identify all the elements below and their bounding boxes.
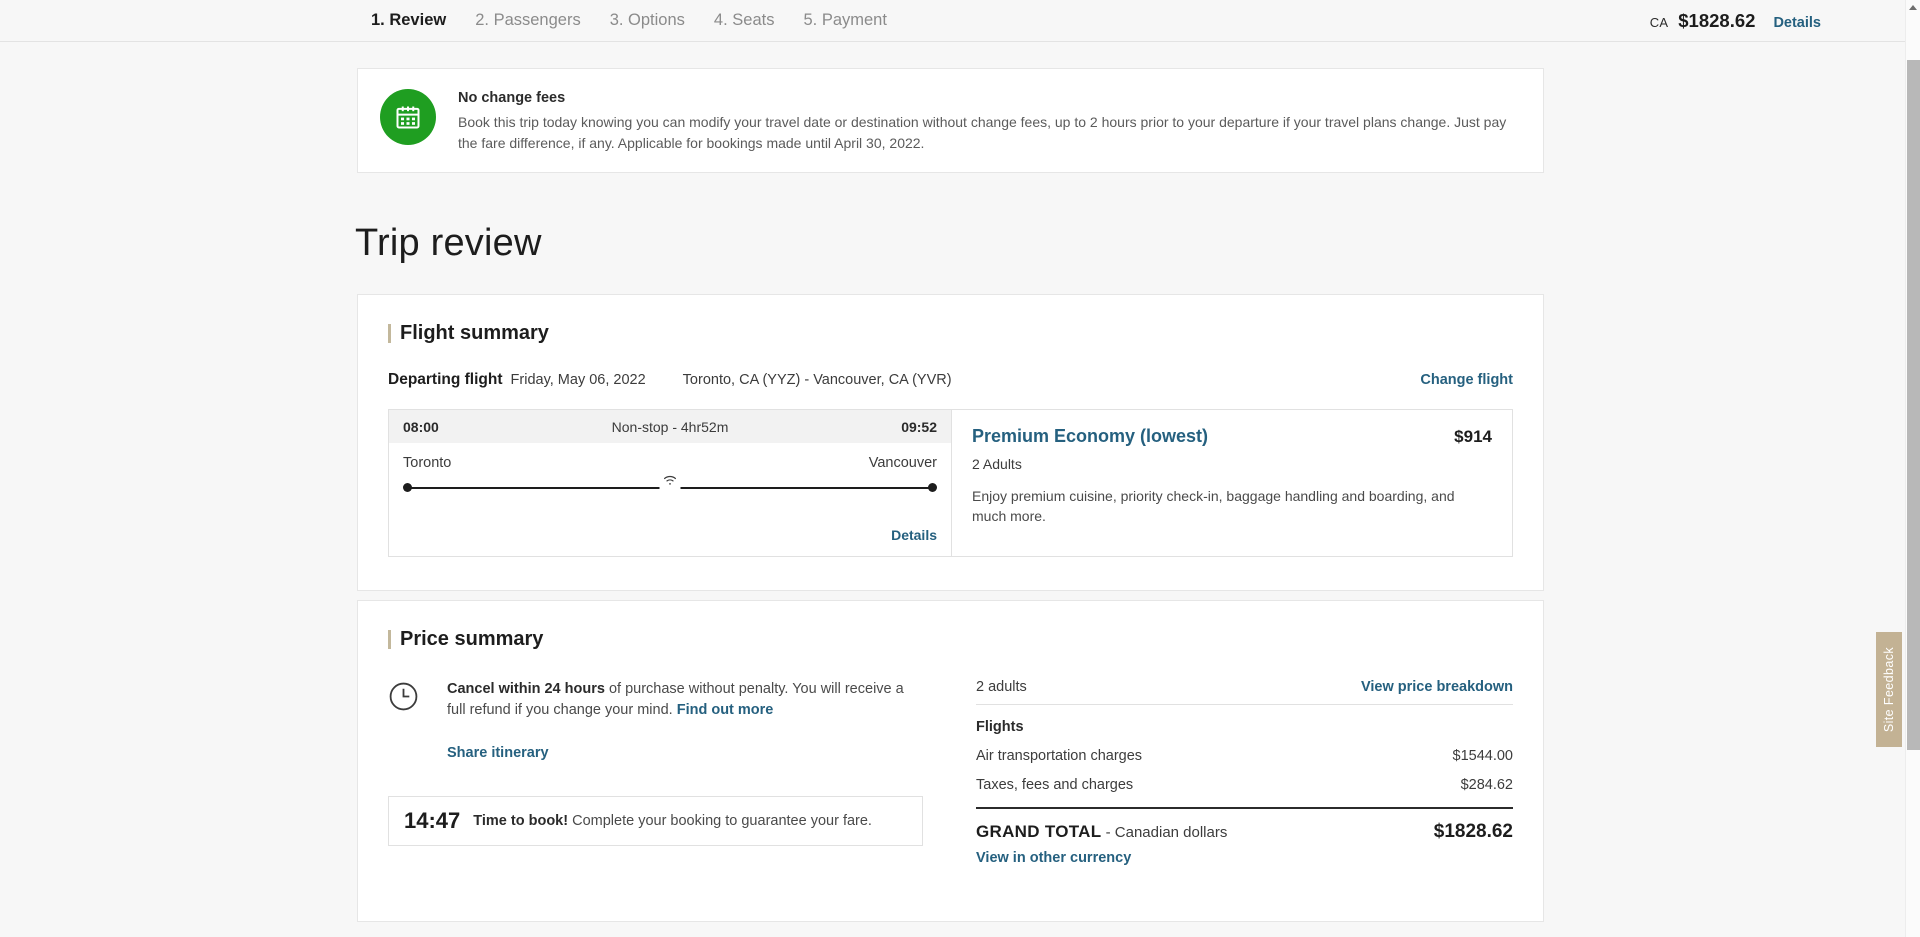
flight-summary-heading: Flight summary — [388, 322, 1513, 345]
change-flight-link[interactable]: Change flight — [1420, 372, 1513, 388]
view-price-breakdown-link[interactable]: View price breakdown — [1361, 679, 1513, 695]
origin-dot-icon — [403, 483, 412, 492]
price-line-value: $1544.00 — [1452, 748, 1513, 764]
checkout-stepper-bar: 1. Review 2. Passengers 3. Options 4. Se… — [0, 0, 1905, 42]
step-payment[interactable]: 5. Payment — [803, 11, 886, 30]
countdown-timer: 14:47 — [404, 808, 461, 834]
destination-dot-icon — [928, 483, 937, 492]
flight-summary-title: Flight summary — [400, 322, 549, 344]
no-change-fees-banner: No change fees Book this trip today know… — [357, 68, 1544, 173]
price-line-label: Taxes, fees and charges — [976, 777, 1134, 793]
route-line — [403, 474, 937, 495]
accent-bar-icon — [388, 324, 391, 343]
find-out-more-link[interactable]: Find out more — [677, 702, 774, 718]
share-itinerary-link[interactable]: Share itinerary — [447, 745, 549, 761]
grand-total-value: $1828.62 — [1433, 821, 1513, 842]
fare-panel: Premium Economy (lowest) $914 2 Adults E… — [952, 410, 1512, 556]
stepper-steps: 1. Review 2. Passengers 3. Options 4. Se… — [371, 11, 887, 30]
grand-total-row: GRAND TOTAL - Canadian dollars $1828.62 — [976, 821, 1513, 843]
step-options[interactable]: 3. Options — [610, 11, 685, 30]
price-adults-row: 2 adults View price breakdown — [976, 679, 1513, 705]
step-review[interactable]: 1. Review — [371, 11, 446, 30]
itinerary-box: 08:00 Non-stop - 4hr52m 09:52 Toronto Va… — [388, 409, 1513, 557]
price-total-divider — [976, 807, 1513, 809]
itinerary-route-graphic: Toronto Vancouver — [389, 443, 951, 527]
flight-summary-card: Flight summary Departing flight Friday, … — [357, 294, 1544, 591]
site-feedback-tab[interactable]: Site Feedback — [1876, 632, 1902, 747]
time-to-book-rest: Complete your booking to guarantee your … — [568, 813, 872, 830]
wifi-icon — [659, 474, 681, 490]
fare-price: $914 — [1454, 427, 1492, 446]
price-group-label: Flights — [976, 719, 1024, 735]
grand-total-label: GRAND TOTAL — [976, 822, 1102, 841]
page-title: Trip review — [355, 222, 542, 264]
clock-icon — [388, 681, 422, 717]
arrive-time: 09:52 — [901, 418, 937, 435]
banner-body: Book this trip today knowing you can mod… — [458, 114, 1507, 151]
currency-code: CA — [1649, 14, 1669, 30]
price-line-value: $284.62 — [1460, 777, 1513, 793]
price-summary-right: 2 adults View price breakdown Flights Ai… — [976, 679, 1513, 867]
fare-description: Enjoy premium cuisine, priority check-in… — [972, 488, 1455, 525]
stepper-price-area: CA $1828.62 Details — [1650, 10, 1821, 32]
scrollbar-thumb[interactable] — [1907, 60, 1920, 750]
departing-flight-date: Friday, May 06, 2022 — [510, 372, 646, 388]
city-row: Toronto Vancouver — [403, 455, 937, 471]
accent-bar-icon — [388, 630, 391, 649]
calendar-icon — [380, 89, 436, 145]
fare-passengers: 2 Adults — [972, 456, 1022, 472]
stops-duration: Non-stop - 4hr52m — [611, 418, 729, 435]
banner-title: No change fees — [458, 90, 566, 106]
departing-flight-meta: Departing flight Friday, May 06, 2022 To… — [388, 371, 1513, 389]
price-summary-title: Price summary — [400, 628, 544, 650]
step-seats[interactable]: 4. Seats — [714, 11, 775, 30]
time-to-book-message: Time to book! Complete your booking to g… — [473, 813, 872, 829]
price-line-item: Air transportation charges $1544.00 — [976, 748, 1513, 764]
cancellation-policy-row: Cancel within 24 hours of purchase witho… — [388, 679, 951, 721]
time-to-book-bold: Time to book! — [473, 813, 569, 830]
time-to-book-box: 14:47 Time to book! Complete your bookin… — [388, 796, 923, 847]
view-other-currency-link[interactable]: View in other currency — [976, 850, 1131, 866]
site-feedback-label: Site Feedback — [1882, 646, 1896, 733]
grand-total-currency: - Canadian dollars — [1101, 824, 1228, 841]
price-line-item: Taxes, fees and charges $284.62 — [976, 777, 1513, 793]
depart-time: 08:00 — [403, 418, 439, 435]
stepper-total-amount: $1828.62 — [1678, 9, 1756, 31]
price-summary-card: Price summary Cancel within 24 hours of … — [357, 600, 1544, 922]
cancel-policy-bold: Cancel within 24 hours — [447, 681, 605, 697]
page-scrollbar[interactable] — [1905, 0, 1920, 937]
departing-flight-label: Departing flight — [388, 371, 503, 388]
cancellation-policy-text: Cancel within 24 hours of purchase witho… — [447, 679, 917, 721]
price-adults-label: 2 adults — [976, 679, 1027, 695]
destination-city: Vancouver — [868, 455, 937, 471]
itinerary-details-row: Details — [389, 527, 951, 556]
origin-city: Toronto — [403, 455, 452, 471]
price-summary-columns: Cancel within 24 hours of purchase witho… — [388, 679, 1513, 867]
stepper-details-link[interactable]: Details — [1773, 15, 1821, 31]
grand-total-label-group: GRAND TOTAL - Canadian dollars — [976, 822, 1227, 842]
price-line-label: Air transportation charges — [976, 748, 1143, 764]
banner-text-block: No change fees Book this trip today know… — [458, 88, 1521, 154]
price-summary-heading: Price summary — [388, 628, 1513, 651]
scroll-up-arrow-icon[interactable] — [1906, 0, 1920, 15]
departing-flight-route: Toronto, CA (YYZ) - Vancouver, CA (YVR) — [682, 372, 952, 388]
flight-details-link[interactable]: Details — [891, 527, 937, 543]
itinerary-times-row: 08:00 Non-stop - 4hr52m 09:52 — [389, 410, 951, 443]
fare-header-row: Premium Economy (lowest) $914 — [972, 426, 1492, 447]
fare-cabin-name[interactable]: Premium Economy (lowest) — [972, 426, 1208, 447]
itinerary-left-panel: 08:00 Non-stop - 4hr52m 09:52 Toronto Va… — [389, 410, 952, 556]
step-passengers[interactable]: 2. Passengers — [475, 11, 580, 30]
price-summary-left: Cancel within 24 hours of purchase witho… — [388, 679, 951, 867]
